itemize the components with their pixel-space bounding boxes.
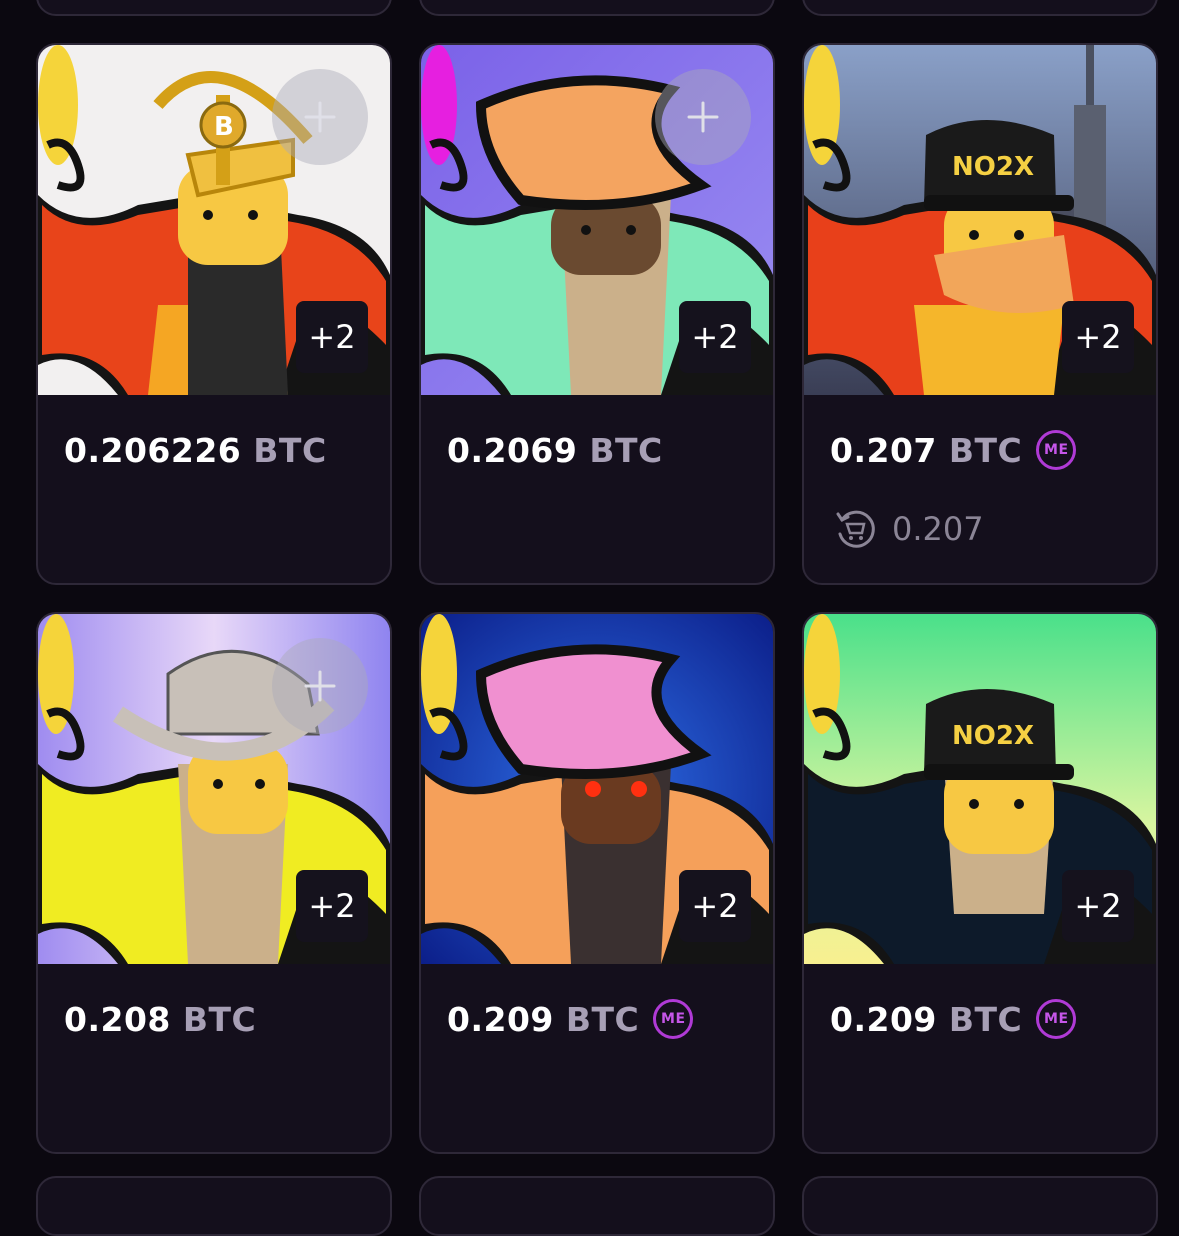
price-row: 0.206226 BTC [64, 427, 327, 473]
price-row: 0.2069 BTC [447, 427, 663, 473]
price-value: 0.2069 [447, 430, 578, 470]
plus-icon [304, 101, 336, 133]
nft-card-next[interactable] [36, 1176, 392, 1236]
price-currency: BTC [589, 430, 663, 470]
price-currency: BTC [948, 999, 1023, 1039]
trait-count-badge: +2 [296, 870, 368, 942]
add-button[interactable] [272, 69, 368, 165]
nft-card[interactable]: NO2X +2 0.209 BTC ME [802, 612, 1158, 1154]
nft-card[interactable]: NO2X +2 0.207 BTC ME 0.207 [802, 43, 1158, 585]
price-value: 0.206226 [64, 430, 242, 470]
price-value: 0.207 [830, 430, 937, 470]
trait-count-badge: +2 [296, 301, 368, 373]
price-row: 0.209 BTC ME [447, 996, 694, 1042]
magic-eden-icon: ME [653, 999, 694, 1039]
nft-card-previous[interactable] [36, 0, 392, 16]
magic-eden-icon: ME [1036, 430, 1077, 470]
price-currency: BTC [253, 430, 327, 470]
svg-text:B: B [214, 112, 234, 142]
nft-card-next[interactable] [419, 1176, 775, 1236]
magic-eden-icon: ME [1036, 999, 1077, 1039]
trait-count-badge: +2 [1062, 301, 1134, 373]
price-currency: BTC [948, 430, 1023, 470]
price-currency: BTC [565, 999, 640, 1039]
trait-count-badge: +2 [679, 301, 751, 373]
price-row: 0.209 BTC ME [830, 996, 1077, 1042]
trait-count-badge: +2 [679, 870, 751, 942]
last-sale-price: 0.207 [892, 510, 984, 548]
cart-refresh-icon [836, 510, 875, 548]
add-button[interactable] [272, 638, 368, 734]
price-value: 0.209 [447, 999, 554, 1039]
add-button[interactable] [655, 69, 751, 165]
nft-grid: B +2 0.206226 BTC +2 0.2069 BTC NO2X +2 … [0, 0, 1179, 1236]
last-sale-row: 0.207 [834, 507, 984, 551]
nft-card[interactable]: +2 0.209 BTC ME [419, 612, 775, 1154]
nft-card-previous[interactable] [419, 0, 775, 16]
plus-icon [304, 670, 336, 702]
nft-card[interactable]: B +2 0.206226 BTC [36, 43, 392, 585]
trait-count-badge: +2 [1062, 870, 1134, 942]
price-value: 0.208 [64, 999, 171, 1039]
hat-text: NO2X [952, 152, 1034, 182]
price-value: 0.209 [830, 999, 937, 1039]
price-row: 0.208 BTC [64, 996, 256, 1042]
price-currency: BTC [182, 999, 257, 1039]
nft-card-next[interactable] [802, 1176, 1158, 1236]
hat-text: NO2X [952, 721, 1034, 751]
nft-card[interactable]: +2 0.208 BTC [36, 612, 392, 1154]
nft-card-previous[interactable] [802, 0, 1158, 16]
nft-card[interactable]: +2 0.2069 BTC [419, 43, 775, 585]
plus-icon [687, 101, 719, 133]
price-row: 0.207 BTC ME [830, 427, 1077, 473]
